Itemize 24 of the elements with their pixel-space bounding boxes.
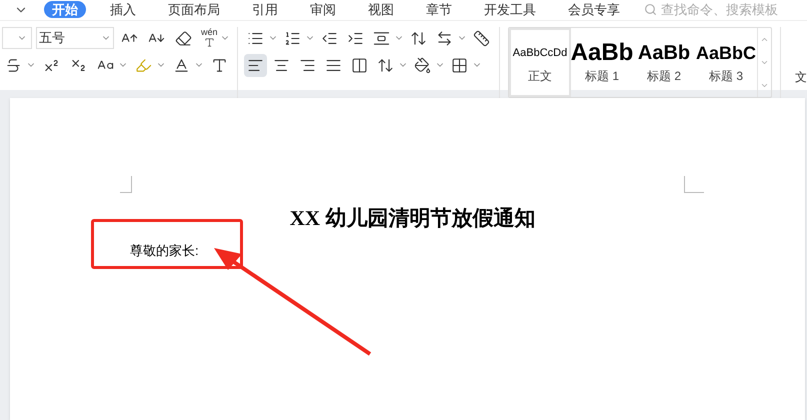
style-item[interactable]: AaBbCcDd 正文: [509, 28, 571, 96]
style-item[interactable]: AaBb 标题 1: [571, 28, 633, 96]
ribbon-tab[interactable]: 章节: [418, 1, 460, 18]
text-tool-label[interactable]: 文: [795, 68, 807, 86]
margin-mark: [120, 176, 132, 193]
document-title: XX 幼儿园清明节放假通知: [290, 205, 536, 232]
ribbon-tab[interactable]: 插入: [102, 1, 144, 18]
greeting-text: 尊敬的家长:: [130, 242, 199, 260]
ribbon-tab[interactable]: 视图: [360, 1, 402, 18]
style-item[interactable]: AaBbC 标题 3: [695, 28, 757, 96]
letter-t-icon: [204, 37, 215, 48]
ribbon-tab[interactable]: 引用: [244, 1, 286, 18]
ribbon-tab[interactable]: 审阅: [302, 1, 344, 18]
margin-mark: [684, 176, 704, 193]
ribbon-tab[interactable]: 页面布局: [160, 1, 228, 18]
style-item[interactable]: AaBb 标题 2: [633, 28, 695, 96]
ribbon-tab[interactable]: 会员专享: [560, 1, 628, 18]
ribbon-tab[interactable]: 开始: [44, 1, 86, 18]
search-placeholder: 查找命令、搜索模板: [661, 1, 778, 19]
search-icon: [644, 3, 657, 16]
pinyin-button[interactable]: wén: [199, 28, 220, 48]
font-size-dropdown[interactable]: 五号: [36, 27, 114, 49]
align-left-icon[interactable]: [244, 54, 267, 76]
ribbon-tab[interactable]: 开发工具: [476, 1, 544, 18]
